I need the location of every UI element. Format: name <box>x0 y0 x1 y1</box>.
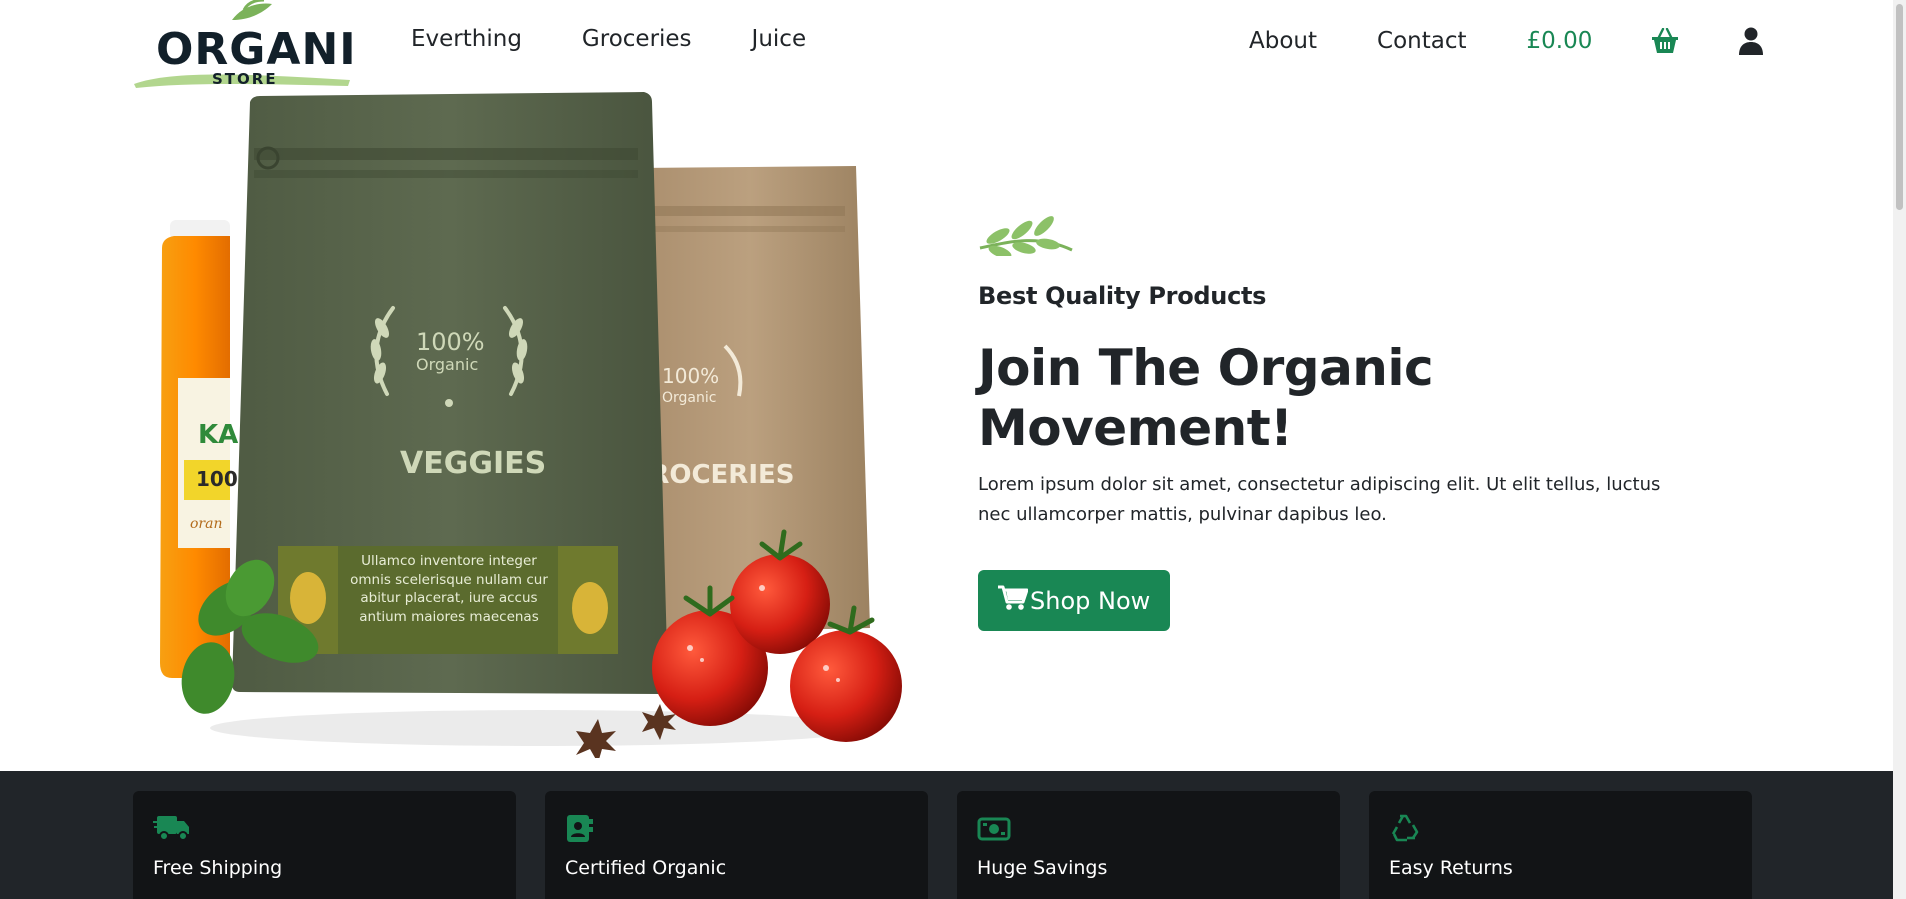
hero-description: Lorem ipsum dolor sit amet, consectetur … <box>978 474 1661 525</box>
recycle-icon <box>1389 813 1427 843</box>
hero-product-image: KAR 100 oran 100% Organic GROCERIES 100%… <box>150 88 920 763</box>
svg-text:100: 100 <box>196 467 238 491</box>
svg-text:STORE: STORE <box>212 70 278 88</box>
primary-nav: Everthing Groceries Juice <box>411 26 806 52</box>
shop-now-button[interactable]: Shop Now <box>978 570 1171 631</box>
hero-section: Best Quality Products Join The Organic M… <box>978 212 1698 631</box>
feature-label: Easy Returns <box>1389 857 1513 879</box>
secondary-nav: About Contact £0.00 <box>1249 26 1766 56</box>
nav-link-juice[interactable]: Juice <box>752 26 807 52</box>
features-strip: Free Shipping Certified Organic Huge Sav… <box>0 771 1893 899</box>
feature-label: Free Shipping <box>153 857 283 879</box>
nav-link-contact[interactable]: Contact <box>1377 28 1466 54</box>
nav-link-groceries[interactable]: Groceries <box>582 26 692 52</box>
site-logo[interactable]: ORGANIC STORE <box>132 0 389 90</box>
feature-label: Certified Organic <box>565 857 727 879</box>
truck-icon <box>153 813 191 843</box>
feature-card-huge-savings: Huge Savings <box>957 791 1340 899</box>
feature-card-easy-returns: Easy Returns <box>1369 791 1752 899</box>
scrollbar-thumb[interactable] <box>1896 4 1903 210</box>
certificate-icon <box>565 813 603 843</box>
nav-link-everything[interactable]: Everthing <box>411 26 522 52</box>
leaf-icon <box>978 212 1074 259</box>
svg-text:Organic: Organic <box>416 355 478 374</box>
basket-icon[interactable] <box>1650 26 1680 56</box>
user-icon[interactable] <box>1736 26 1766 56</box>
site-header: ORGANIC STORE Everthing Groceries Juice … <box>0 0 1893 92</box>
cart-total[interactable]: £0.00 <box>1527 28 1593 54</box>
svg-text:100%: 100% <box>416 328 485 356</box>
page-scrollbar[interactable] <box>1893 0 1906 899</box>
svg-text:ORGANIC: ORGANIC <box>156 24 352 75</box>
svg-text:Organic: Organic <box>662 390 716 406</box>
nav-link-about[interactable]: About <box>1249 28 1317 54</box>
feature-card-certified-organic: Certified Organic <box>545 791 928 899</box>
money-icon <box>977 813 1015 843</box>
shop-now-label: Shop Now <box>1030 586 1151 615</box>
feature-card-free-shipping: Free Shipping <box>133 791 516 899</box>
feature-label: Huge Savings <box>977 857 1108 879</box>
cart-icon <box>998 585 1030 617</box>
svg-text:100%: 100% <box>662 364 719 388</box>
hero-subtitle: Best Quality Products <box>978 282 1267 310</box>
hero-title: Join The Organic Movement! <box>978 339 1434 457</box>
svg-text:VEGGIES: VEGGIES <box>400 446 546 481</box>
svg-text:oran: oran <box>190 516 222 532</box>
